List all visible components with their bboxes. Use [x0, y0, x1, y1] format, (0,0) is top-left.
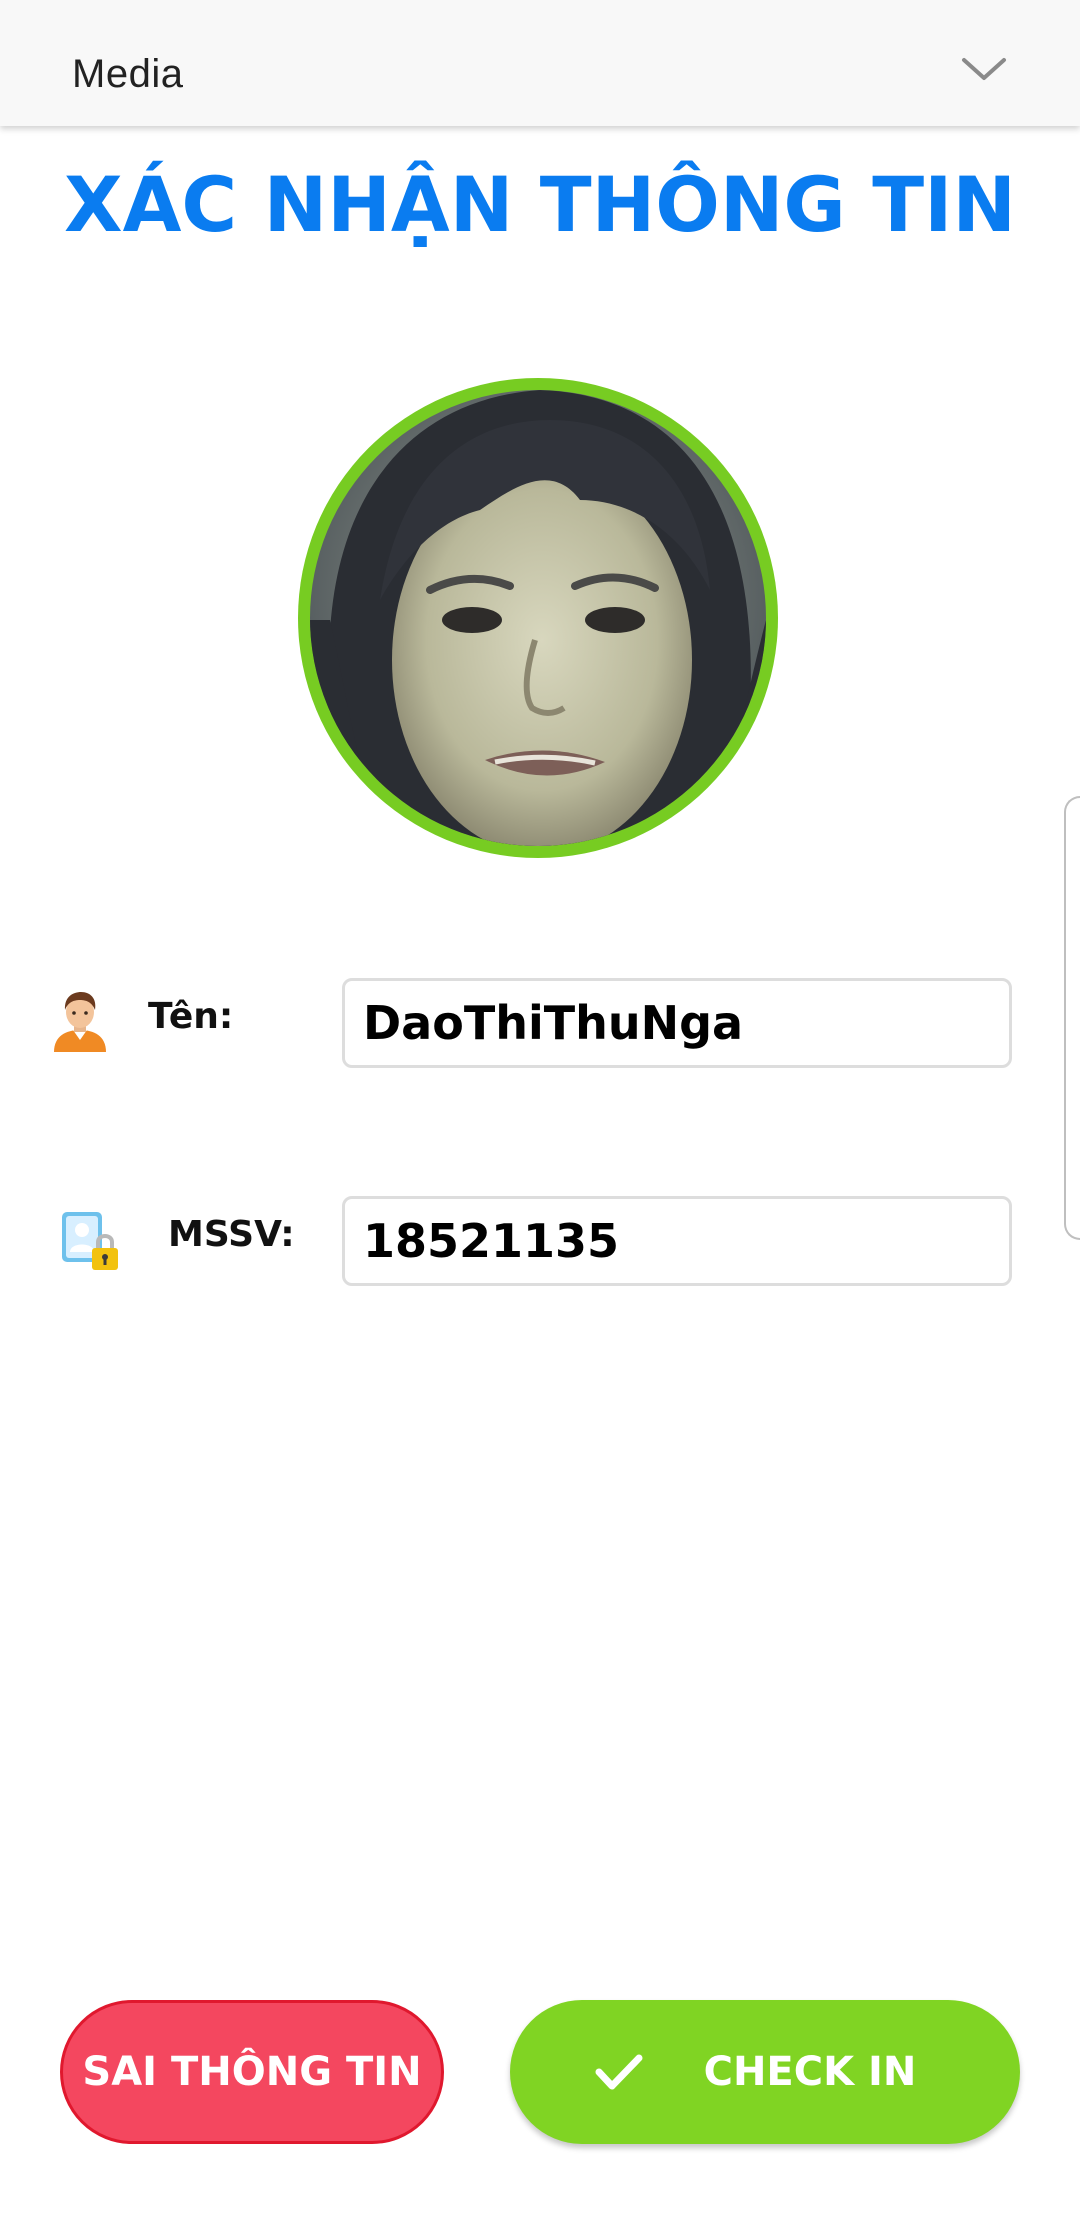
- name-label: Tên:: [148, 996, 234, 1037]
- student-id-label: MSSV:: [168, 1214, 295, 1255]
- check-in-button[interactable]: CHECK IN: [510, 2000, 1020, 2144]
- chevron-down-icon[interactable]: [960, 54, 1008, 84]
- media-label: Media: [72, 52, 184, 96]
- face-photo: [310, 390, 766, 846]
- wrong-info-button[interactable]: SAI THÔNG TIN: [60, 2000, 444, 2144]
- media-bar[interactable]: Media: [0, 0, 1080, 126]
- checkmark-icon: [595, 2054, 643, 2090]
- edge-panel-handle[interactable]: [1064, 796, 1080, 1240]
- name-field[interactable]: DaoThiThuNga: [342, 978, 1012, 1068]
- student-id-field[interactable]: 18521135: [342, 1196, 1012, 1286]
- person-icon: [54, 992, 106, 1052]
- wrong-info-label: SAI THÔNG TIN: [82, 2049, 422, 2095]
- avatar: [298, 378, 778, 858]
- check-in-label: CHECK IN: [703, 2049, 917, 2095]
- contact-lock-icon: [62, 1212, 118, 1270]
- confirm-info-screen: Media XÁC NHẬN THÔNG TIN Tên: DaoThiThuN…: [0, 0, 1080, 2220]
- page-title: XÁC NHẬN THÔNG TIN: [64, 160, 1016, 249]
